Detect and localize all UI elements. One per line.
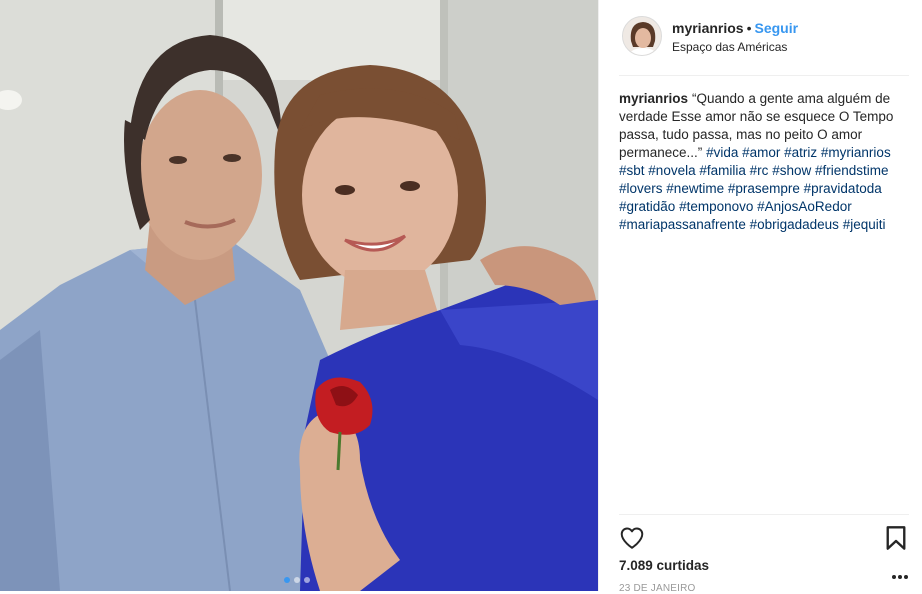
- location-link[interactable]: Espaço das Américas: [672, 40, 787, 54]
- hashtag-link[interactable]: #novela: [648, 163, 695, 178]
- heart-icon: [620, 527, 644, 549]
- hashtag-link[interactable]: #vida: [706, 145, 738, 160]
- hashtag-link[interactable]: #gratidão: [619, 199, 675, 214]
- hashtag-link[interactable]: #AnjosAoRedor: [757, 199, 852, 214]
- post-side-panel: myrianrios • Seguir Espaço das Américas my…: [598, 0, 922, 594]
- hashtag-link[interactable]: #lovers: [619, 181, 663, 196]
- post-photo[interactable]: [0, 0, 598, 591]
- follow-button[interactable]: Seguir: [755, 20, 799, 36]
- carousel-dot-active: [284, 577, 290, 583]
- divider: [619, 514, 909, 515]
- action-bar: [619, 525, 909, 551]
- carousel-indicator: [284, 577, 310, 583]
- hashtag-link[interactable]: #show: [772, 163, 811, 178]
- hashtag-link[interactable]: #myrianrios: [821, 145, 891, 160]
- username-row: myrianrios • Seguir: [672, 20, 798, 36]
- username-link[interactable]: myrianrios: [672, 20, 744, 36]
- post-caption: myrianrios “Quando a gente ama alguém de …: [619, 90, 909, 234]
- post-date: 23 de janeiro: [619, 583, 696, 594]
- avatar-image: [623, 17, 661, 55]
- carousel-dot: [294, 577, 300, 583]
- like-count[interactable]: 7.089 curtidas: [619, 558, 709, 573]
- hashtag-link[interactable]: #rc: [750, 163, 769, 178]
- more-options-button[interactable]: [891, 568, 909, 579]
- hashtag-link[interactable]: #amor: [742, 145, 780, 160]
- hashtag-link[interactable]: #atriz: [784, 145, 817, 160]
- save-button[interactable]: [885, 525, 907, 551]
- hashtag-link[interactable]: #temponovo: [679, 199, 753, 214]
- hashtag-link[interactable]: #familia: [699, 163, 746, 178]
- hashtag-link[interactable]: #jequiti: [843, 217, 886, 232]
- bookmark-icon: [886, 526, 906, 550]
- photo-illustration: [0, 0, 598, 591]
- hashtag-link[interactable]: #mariapassanafrente: [619, 217, 746, 232]
- hashtag-link[interactable]: #pravidatoda: [804, 181, 882, 196]
- like-button[interactable]: [619, 525, 645, 551]
- hashtag-link[interactable]: #sbt: [619, 163, 645, 178]
- caption-username[interactable]: myrianrios: [619, 91, 688, 106]
- hashtag-link[interactable]: #newtime: [666, 181, 724, 196]
- avatar[interactable]: [622, 16, 662, 56]
- hashtag-link[interactable]: #obrigadadeus: [750, 217, 839, 232]
- hashtag-link[interactable]: #friendstime: [815, 163, 889, 178]
- divider: [619, 75, 909, 76]
- separator-dot: •: [746, 20, 752, 36]
- post-header: myrianrios • Seguir Espaço das Américas: [619, 16, 909, 60]
- hashtag-link[interactable]: #prasempre: [728, 181, 800, 196]
- carousel-dot: [304, 577, 310, 583]
- more-options-icon: [892, 575, 908, 579]
